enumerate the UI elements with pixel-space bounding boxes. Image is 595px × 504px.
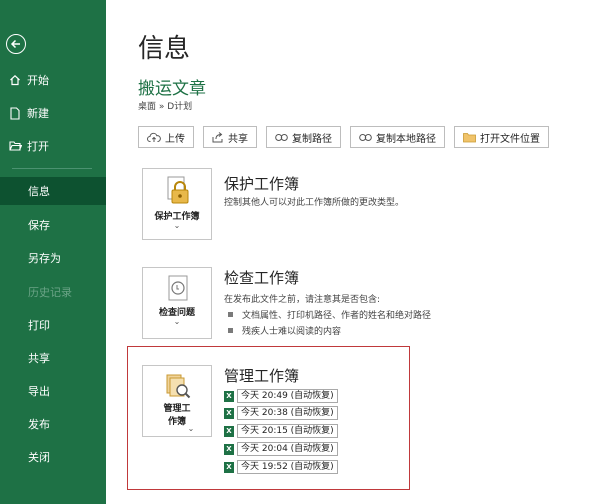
excel-file-icon: X [224,461,234,473]
document-title: 搬运文章 [138,79,206,99]
share-button[interactable]: 共享 [203,126,257,148]
nav-print[interactable]: 打印 [0,311,106,339]
inspect-description: 在发布此文件之前，请注意其是否包含: [224,295,381,305]
chevron-down-icon: ⌄ [173,317,181,326]
inspect-document-icon [168,275,188,301]
new-document-icon [8,106,22,120]
version-label: 今天 20:15 (自动恢复) [237,424,338,438]
bullet-square [228,328,233,333]
excel-file-icon: X [224,443,234,455]
link-icon [359,133,372,141]
version-label: 今天 20:38 (自动恢复) [237,406,338,420]
nav-close[interactable]: 关闭 [0,443,106,471]
version-label: 今天 20:49 (自动恢复) [237,389,338,403]
nav-share[interactable]: 共享 [0,344,106,372]
open-file-location-button[interactable]: 打开文件位置 [454,126,549,148]
sidebar-divider [12,168,92,169]
open-folder-icon [8,140,22,152]
nav-open[interactable]: 打开 [0,132,106,160]
excel-file-icon: X [224,425,234,437]
share-label: 共享 [228,133,248,145]
nav-publish[interactable]: 发布 [0,410,106,438]
copy-path-label: 复制路径 [292,133,332,145]
protect-workbook-button[interactable]: 保护工作簿 ⌄ [142,168,212,240]
check-issues-button[interactable]: 检查问题 ⌄ [142,267,212,339]
version-label: 今天 20:04 (自动恢复) [237,442,338,456]
share-icon [212,131,223,142]
protect-description: 控制其他人可以对此工作簿所做的更改类型。 [224,198,405,208]
nav-new[interactable]: 新建 [0,99,106,127]
inspect-bullet-text: 残疾人士难以阅读的内容 [242,327,342,337]
upload-button[interactable]: 上传 [138,126,194,148]
manage-button-label-line1: 管理工 [163,404,191,414]
inspect-bullet-text: 文档属性、打印机路径、作者的姓名和绝对路径 [242,311,432,321]
nav-save-as[interactable]: 另存为 [0,244,106,272]
nav-label: 关闭 [28,451,50,464]
backstage-sidebar: 开始 新建 打开 信息 保存 另存为 历史记录 打印 共享 导出 发布 关闭 [0,0,106,504]
folder-icon [463,132,476,142]
nav-info[interactable]: 信息 [0,177,106,205]
chevron-down-icon: ⌄ [173,221,181,230]
copy-local-path-label: 复制本地路径 [376,133,436,145]
cloud-upload-icon [147,132,161,142]
chevron-down-icon: ⌄ [187,424,195,433]
home-icon [8,74,22,86]
manage-workbook-button[interactable]: 管理工 作簿 ⌄ [142,365,212,437]
document-path[interactable]: 桌面 » D计划 [138,99,192,112]
nav-label: 历史记录 [28,286,72,299]
autosave-version[interactable]: X 今天 20:49 (自动恢复) [224,389,338,403]
copy-local-path-button[interactable]: 复制本地路径 [350,126,445,148]
open-file-location-label: 打开文件位置 [480,133,540,145]
manage-title: 管理工作簿 [224,367,300,385]
lock-icon [167,176,189,204]
copy-path-button[interactable]: 复制路径 [266,126,341,148]
nav-label: 导出 [28,385,50,398]
inspect-bullet: 残疾人士难以阅读的内容 [228,324,341,337]
file-actions-toolbar: 上传 共享 复制路径 复制本地路径 打开文件位置 [138,126,558,148]
manage-workbook-icon [166,374,191,399]
nav-label: 发布 [28,418,50,431]
nav-export[interactable]: 导出 [0,377,106,405]
nav-label: 共享 [28,352,50,365]
excel-file-icon: X [224,407,234,419]
autosave-version[interactable]: X 今天 20:15 (自动恢复) [224,424,338,438]
nav-label: 另存为 [28,252,61,265]
autosave-version[interactable]: X 今天 20:04 (自动恢复) [224,442,338,456]
nav-label: 打开 [27,140,49,153]
nav-history: 历史记录 [0,278,106,306]
nav-label: 信息 [28,185,50,198]
nav-save[interactable]: 保存 [0,211,106,239]
nav-label: 打印 [28,319,50,332]
inspect-title: 检查工作簿 [224,269,300,287]
inspect-bullet: 文档属性、打印机路径、作者的姓名和绝对路径 [228,308,431,321]
excel-file-icon: X [224,390,234,402]
nav-label: 开始 [27,74,49,87]
info-panel: 信息 搬运文章 桌面 » D计划 上传 共享 复制路径 复制本地路径 打开文件位… [106,0,595,504]
autosave-version[interactable]: X 今天 20:38 (自动恢复) [224,406,338,420]
nav-label: 保存 [28,219,50,232]
link-icon [275,133,288,141]
back-arrow-icon[interactable] [6,34,26,54]
page-title: 信息 [138,34,191,64]
nav-label: 新建 [27,107,49,120]
bullet-square [228,312,233,317]
upload-label: 上传 [165,133,185,145]
autosave-version[interactable]: X 今天 19:52 (自动恢复) [224,460,338,474]
protect-title: 保护工作簿 [224,175,300,193]
version-label: 今天 19:52 (自动恢复) [237,460,338,474]
nav-home[interactable]: 开始 [0,66,106,94]
